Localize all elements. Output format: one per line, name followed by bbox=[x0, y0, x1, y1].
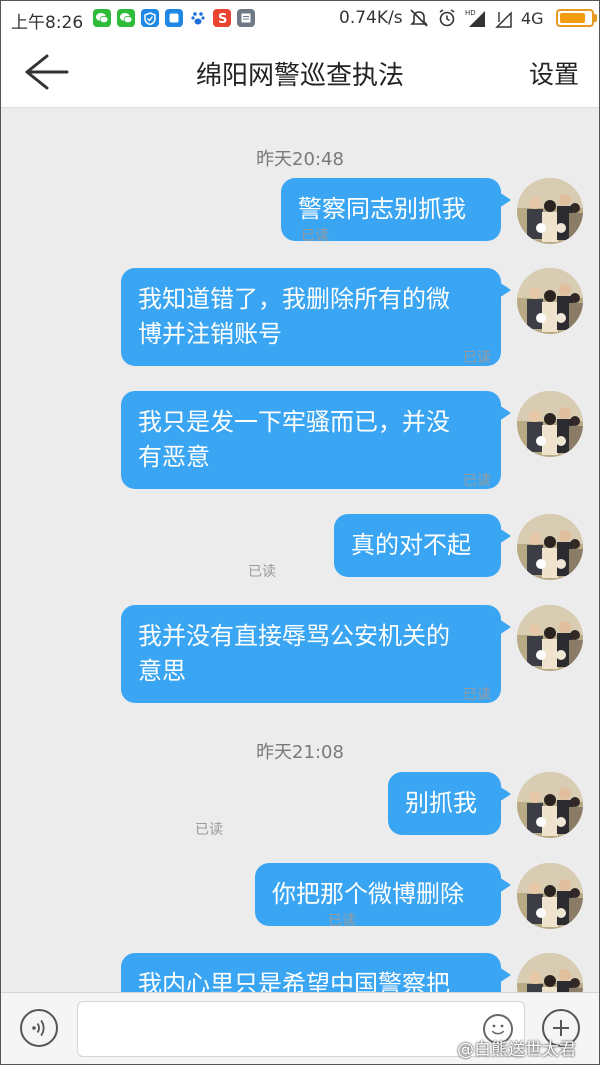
message-row: 警察同志别抓我 已读 bbox=[1, 178, 583, 278]
read-receipt: 已读 bbox=[248, 564, 276, 580]
wechat-icon bbox=[93, 9, 111, 27]
svg-text:HD: HD bbox=[465, 9, 476, 17]
network-type: 4G bbox=[521, 8, 544, 28]
message-bubble[interactable]: 真的对不起 bbox=[334, 514, 511, 577]
message-text-line: 有恶意 bbox=[138, 443, 210, 471]
message-text-line: 意思 bbox=[138, 657, 186, 685]
message-row: 我只是发一下牢骚而已，并没 有恶意 已读 bbox=[1, 391, 583, 491]
status-bar: 上午8:26 S 0.74K/s HD 4G bbox=[1, 1, 599, 37]
notification-icons: S bbox=[93, 9, 255, 27]
avatar[interactable] bbox=[517, 953, 583, 992]
message-bubble[interactable]: 别抓我 bbox=[388, 772, 511, 835]
read-receipt: 已读 bbox=[195, 822, 223, 838]
baidu-paw-icon bbox=[189, 9, 207, 27]
status-time: 上午8:26 bbox=[11, 13, 84, 33]
hd-signal-icon: HD bbox=[465, 9, 485, 27]
message-row: 我并没有直接辱骂公安机关的 意思 已读 bbox=[1, 605, 583, 705]
avatar[interactable] bbox=[517, 268, 583, 334]
read-receipt: 已读 bbox=[301, 228, 329, 244]
chat-app-icon bbox=[165, 9, 183, 27]
avatar[interactable] bbox=[517, 863, 583, 929]
message-text-line: 你把那个微博删除 bbox=[272, 880, 464, 908]
message-list[interactable]: 昨天20:48 昨天21:08 警察同志别抓我已读 我知道错了，我删除所有的微博… bbox=[1, 108, 599, 992]
svg-text:S: S bbox=[218, 12, 227, 25]
voice-button[interactable] bbox=[20, 1009, 58, 1047]
shield-icon bbox=[141, 9, 159, 27]
avatar[interactable] bbox=[517, 391, 583, 457]
message-text-line: 我知道错了，我删除所有的微 bbox=[138, 285, 450, 313]
avatar[interactable] bbox=[517, 178, 583, 244]
settings-button[interactable]: 设置 bbox=[529, 55, 579, 91]
chat-title: 绵阳网警巡查执法 bbox=[195, 61, 404, 91]
network-speed: 0.74K/s bbox=[339, 8, 403, 28]
read-receipt: 已读 bbox=[463, 687, 491, 703]
message-row: 别抓我已读 bbox=[1, 772, 583, 872]
message-text-line: 我只是发一下牢骚而已，并没 bbox=[138, 408, 450, 436]
mute-bell-icon bbox=[410, 9, 428, 27]
contact-avatar-photo bbox=[517, 605, 583, 671]
contact-avatar-photo bbox=[517, 268, 583, 334]
timestamp: 昨天20:48 bbox=[256, 149, 344, 170]
read-receipt: 已读 bbox=[463, 473, 491, 489]
message-row: 真的对不起已读 bbox=[1, 514, 583, 614]
chat-header: 绵阳网警巡查执法 设置 bbox=[1, 37, 599, 108]
message-text-line: 真的对不起 bbox=[351, 531, 471, 559]
message-bubble[interactable]: 我内心里只是希望中国警察把 bbox=[121, 953, 511, 992]
avatar[interactable] bbox=[517, 514, 583, 580]
alarm-clock-icon bbox=[439, 9, 455, 27]
message-bubble[interactable]: 我只是发一下牢骚而已，并没 有恶意 bbox=[121, 391, 511, 489]
read-receipt: 已读 bbox=[463, 350, 491, 366]
contact-avatar-photo bbox=[517, 391, 583, 457]
message-text-line: 博并注销账号 bbox=[138, 320, 282, 348]
signal-icon bbox=[495, 11, 512, 28]
contact-avatar-photo bbox=[517, 772, 583, 838]
notes-icon bbox=[237, 9, 255, 27]
message-text-line: 我并没有直接辱骂公安机关的 bbox=[138, 622, 450, 650]
contact-avatar-photo bbox=[517, 953, 583, 992]
message-row: 我知道错了，我删除所有的微 博并注销账号 已读 bbox=[1, 268, 583, 368]
system-icons: HD 4G bbox=[409, 8, 597, 28]
read-receipt: 已读 bbox=[328, 913, 356, 929]
voice-icon bbox=[32, 1019, 45, 1037]
message-row: 我内心里只是希望中国警察把 bbox=[1, 953, 583, 992]
phone-screen: 上午8:26 S 0.74K/s HD 4G 绵阳网警巡查执法 设置 昨天20:… bbox=[0, 0, 600, 1065]
s-app-icon: S bbox=[213, 9, 231, 27]
avatar[interactable] bbox=[517, 605, 583, 671]
message-text-line: 别抓我 bbox=[405, 789, 477, 817]
contact-avatar-photo bbox=[517, 863, 583, 929]
message-text-line: 警察同志别抓我 bbox=[298, 195, 466, 223]
wechat-icon bbox=[117, 9, 135, 27]
battery-icon bbox=[555, 9, 597, 27]
message-row: 你把那个微博删除已读 bbox=[1, 863, 583, 963]
weibo-watermark: @白熊送世太君 bbox=[457, 1040, 576, 1060]
avatar[interactable] bbox=[517, 772, 583, 838]
message-bubble[interactable]: 我知道错了，我删除所有的微 博并注销账号 bbox=[121, 268, 511, 366]
timestamp: 昨天21:08 bbox=[256, 742, 344, 763]
message-text-line: 我内心里只是希望中国警察把 bbox=[138, 970, 450, 992]
contact-avatar-photo bbox=[517, 178, 583, 244]
contact-avatar-photo bbox=[517, 514, 583, 580]
message-bubble[interactable]: 你把那个微博删除 bbox=[255, 863, 511, 926]
message-bubble[interactable]: 我并没有直接辱骂公安机关的 意思 bbox=[121, 605, 511, 703]
